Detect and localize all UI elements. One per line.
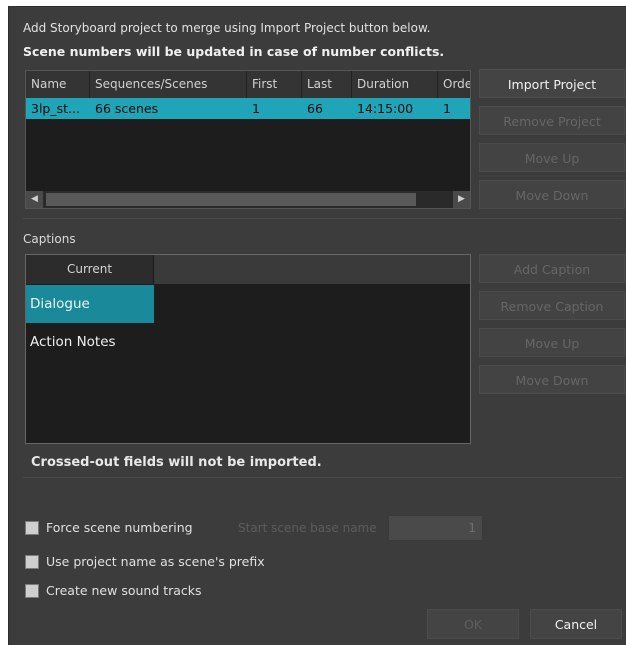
column-header-name[interactable]: Name [26, 71, 90, 98]
caption-item-action-notes[interactable]: Action Notes [26, 323, 154, 361]
caption-move-down-button[interactable]: Move Down [479, 365, 625, 394]
cell-duration: 14:15:00 [357, 101, 414, 116]
divider [23, 477, 623, 478]
ok-button[interactable]: OK [427, 609, 519, 639]
scrollbar-thumb[interactable] [46, 193, 416, 206]
caption-item-dialogue[interactable]: Dialogue [26, 285, 154, 323]
cell-name: 3lp_st... [31, 101, 80, 116]
merge-storyboard-dialog: Add Storyboard project to merge using Im… [8, 6, 626, 645]
project-move-down-button[interactable]: Move Down [479, 180, 625, 209]
force-numbering-label: Force scene numbering [46, 520, 193, 535]
project-move-up-button[interactable]: Move Up [479, 143, 625, 172]
caption-move-up-button[interactable]: Move Up [479, 328, 625, 357]
remove-project-button[interactable]: Remove Project [479, 106, 625, 135]
horizontal-scrollbar[interactable]: ◀ ▶ [26, 191, 470, 208]
start-base-name-field[interactable]: 1 [388, 515, 483, 541]
divider [23, 218, 623, 219]
project-table[interactable]: Name Sequences/Scenes First Last Duratio… [25, 70, 471, 209]
cell-sequences: 66 scenes [95, 101, 159, 116]
column-header-order[interactable]: Orde [438, 71, 470, 98]
captions-label: Captions [23, 232, 76, 246]
crossed-out-note: Crossed-out fields will not be imported. [31, 455, 322, 470]
use-project-prefix-checkbox[interactable] [25, 555, 39, 569]
column-header-duration[interactable]: Duration [352, 71, 438, 98]
cell-last: 66 [307, 101, 323, 116]
column-header-sequences[interactable]: Sequences/Scenes [90, 71, 247, 98]
start-base-name-label: Start scene base name [238, 521, 377, 535]
use-project-prefix-label: Use project name as scene's prefix [46, 554, 265, 569]
new-sound-tracks-label: Create new sound tracks [46, 583, 202, 598]
new-sound-tracks-checkbox[interactable] [25, 584, 39, 598]
column-header-current[interactable]: Current [26, 255, 154, 284]
intro-warning-text: Scene numbers will be updated in case of… [23, 44, 445, 59]
cell-order: 1 [443, 101, 451, 116]
force-numbering-checkbox[interactable] [25, 521, 39, 535]
column-header-last[interactable]: Last [302, 71, 352, 98]
captions-list[interactable]: Current Dialogue Action Notes [25, 254, 471, 444]
table-row[interactable]: 3lp_st... 66 scenes 1 66 14:15:00 1 [26, 98, 470, 119]
intro-text: Add Storyboard project to merge using Im… [23, 21, 431, 35]
scroll-left-icon[interactable]: ◀ [26, 191, 43, 208]
captions-header: Current [26, 255, 470, 284]
cancel-button[interactable]: Cancel [530, 609, 622, 639]
import-project-button[interactable]: Import Project [479, 69, 625, 98]
add-caption-button[interactable]: Add Caption [479, 254, 625, 283]
scroll-right-icon[interactable]: ▶ [453, 191, 470, 208]
cell-first: 1 [252, 101, 260, 116]
project-table-header: Name Sequences/Scenes First Last Duratio… [26, 71, 470, 98]
remove-caption-button[interactable]: Remove Caption [479, 291, 625, 320]
column-header-first[interactable]: First [247, 71, 302, 98]
